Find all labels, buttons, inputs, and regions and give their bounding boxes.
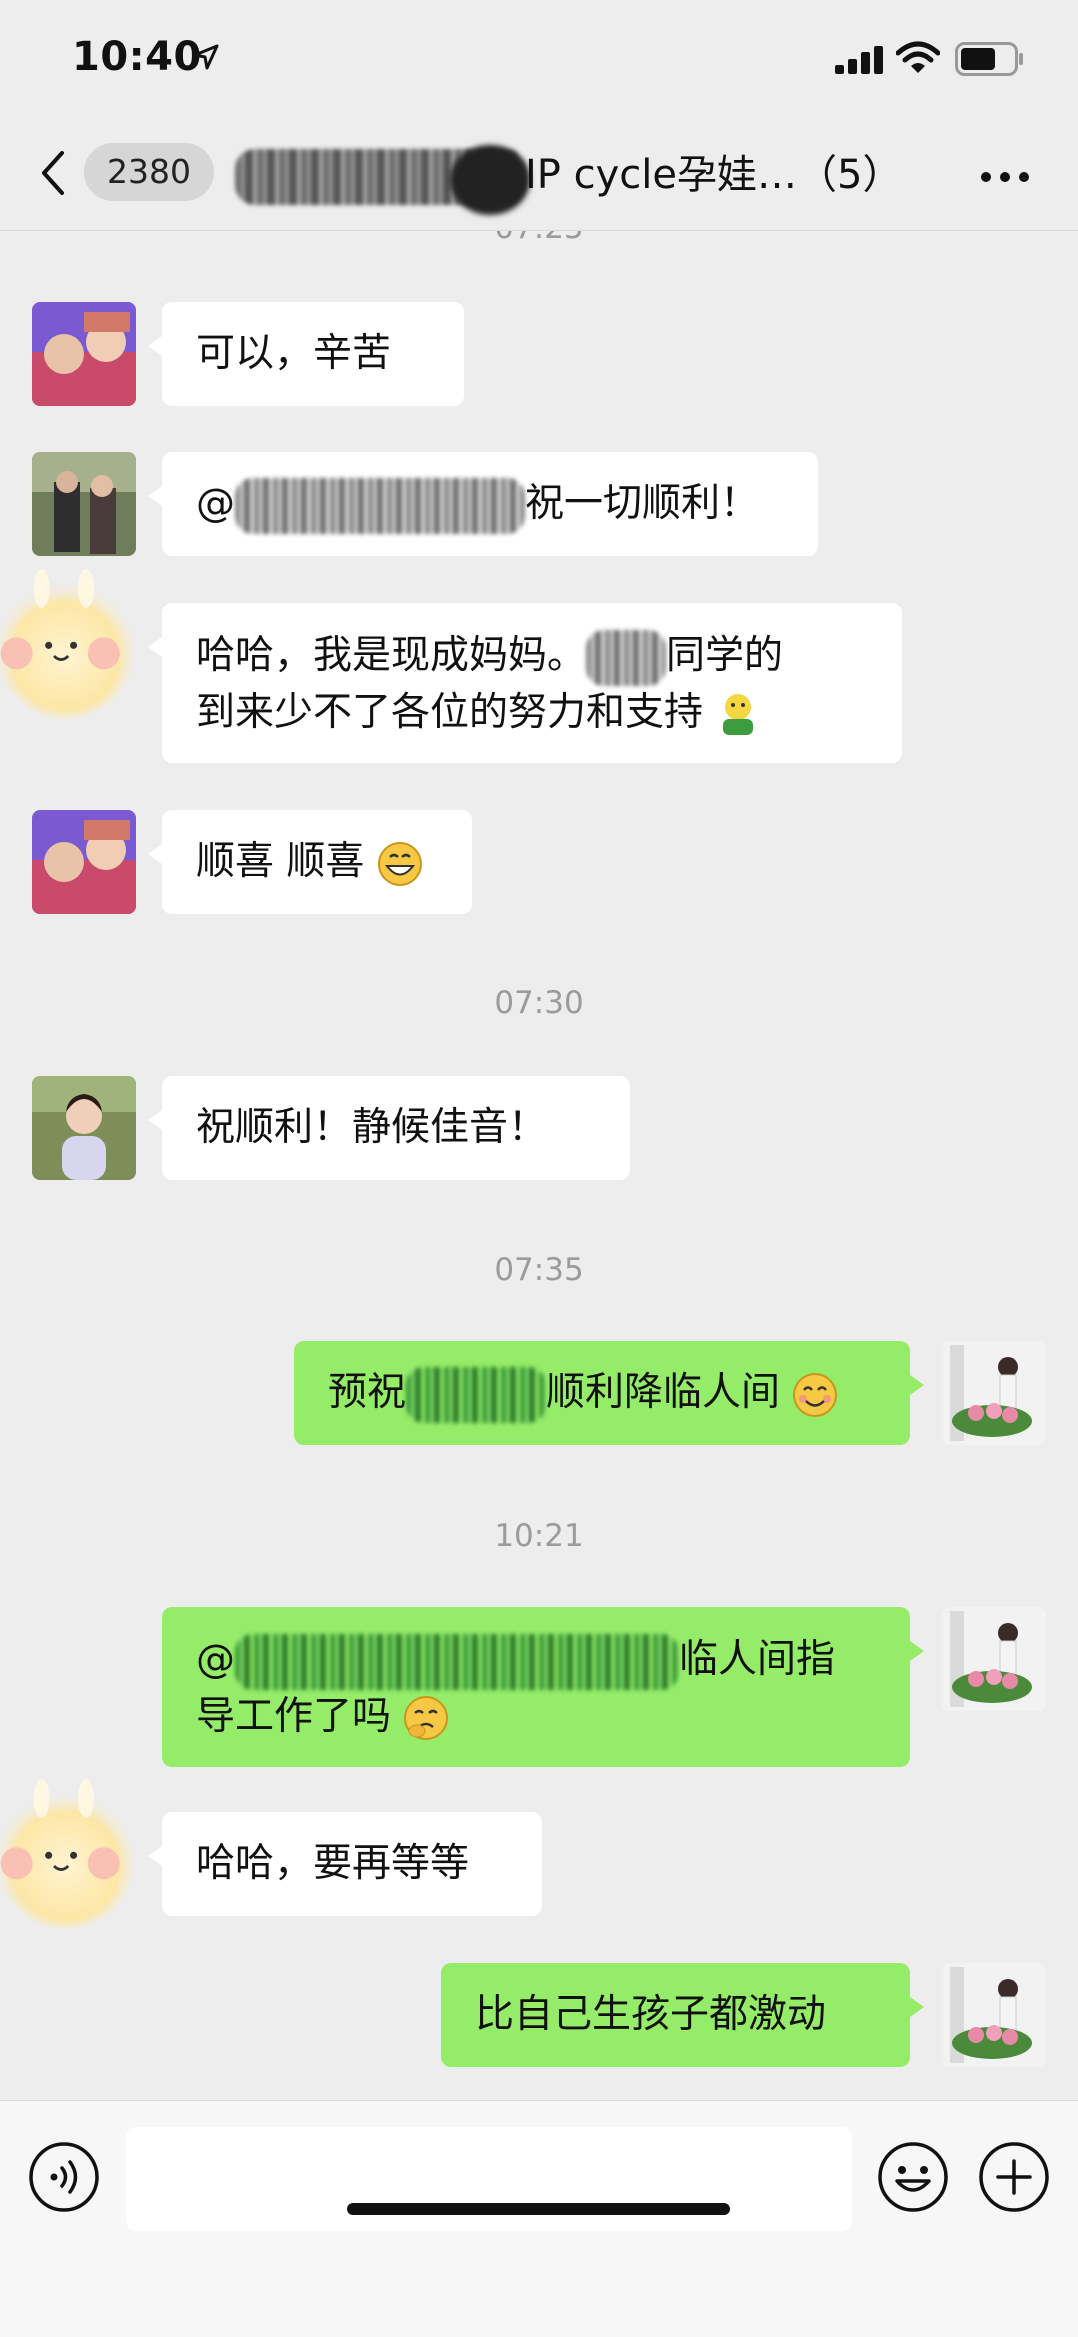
message-bubble[interactable]: @ 祝一切顺利！ bbox=[148, 452, 818, 556]
wifi-icon bbox=[896, 41, 940, 73]
redacted-mention bbox=[235, 1633, 679, 1690]
signal-icon bbox=[835, 46, 883, 74]
message-text: 导工作了吗 bbox=[196, 1693, 392, 1739]
my-avatar[interactable] bbox=[942, 1607, 1046, 1711]
message-text: 哈哈，我是现成妈妈。 bbox=[196, 633, 587, 678]
avatar[interactable] bbox=[32, 1076, 136, 1180]
status-time: 10:40 bbox=[72, 34, 202, 80]
battery-icon bbox=[955, 42, 1023, 76]
message-text: 祝顺利！静候佳音！ bbox=[196, 1105, 548, 1150]
home-indicator[interactable] bbox=[347, 2203, 730, 2215]
redacted-name bbox=[586, 629, 667, 686]
emoji-icon[interactable] bbox=[877, 2141, 949, 2213]
timestamp: 07:35 bbox=[494, 1252, 584, 1288]
message-bubble[interactable]: 可以，辛苦 bbox=[148, 302, 464, 406]
input-bar bbox=[0, 2100, 1078, 2337]
message-text: 可以，辛苦 bbox=[196, 331, 392, 376]
thumbs-up-emoji-icon bbox=[723, 694, 754, 735]
message-bubble-outgoing[interactable]: 比自己生孩子都激动 bbox=[441, 1963, 924, 2067]
message-text: 顺利降临人间 bbox=[546, 1370, 781, 1415]
bunny-avatar[interactable] bbox=[0, 1770, 150, 1930]
message-input[interactable] bbox=[126, 2127, 852, 2231]
message-text: 祝一切顺利！ bbox=[525, 481, 760, 526]
plus-icon[interactable] bbox=[978, 2141, 1050, 2213]
avatar[interactable] bbox=[32, 302, 136, 406]
message-bubble[interactable]: 哈哈，我是现成妈妈。 同学的 到来少不了各位的努力和支持 bbox=[148, 603, 902, 763]
message-text: 到来少不了各位的努力和支持 bbox=[196, 689, 704, 735]
redacted-mention bbox=[235, 477, 525, 534]
message-bubble[interactable]: 祝顺利！静候佳音！ bbox=[148, 1076, 630, 1180]
status-bar: 10:40 bbox=[0, 0, 1078, 115]
bunny-avatar[interactable] bbox=[0, 560, 150, 720]
message-text: 哈哈，要再等等 bbox=[196, 1841, 470, 1886]
more-icon[interactable] bbox=[980, 171, 1030, 183]
smile-emoji-icon bbox=[793, 1372, 838, 1417]
message-text: 预祝 bbox=[328, 1370, 407, 1415]
message-text: 顺喜 顺喜 bbox=[196, 839, 365, 884]
mention-prefix: @ bbox=[196, 481, 235, 526]
message-bubble[interactable]: 哈哈，要再等等 bbox=[148, 1812, 542, 1916]
message-text: 同学的 bbox=[666, 633, 784, 678]
redacted-region bbox=[450, 145, 530, 215]
chat-title: IP cycle孕娃…（5） bbox=[235, 145, 925, 215]
message-bubble[interactable]: 顺喜 顺喜 bbox=[148, 810, 472, 914]
avatar[interactable] bbox=[32, 810, 136, 914]
my-avatar[interactable] bbox=[942, 1341, 1046, 1445]
timestamp: 10:21 bbox=[494, 1518, 584, 1554]
message-bubble-outgoing[interactable]: @ 临人间指 导工作了吗 bbox=[162, 1607, 924, 1767]
timestamp: 07:30 bbox=[494, 985, 584, 1021]
redacted-name bbox=[406, 1366, 547, 1423]
chat-title-text: IP cycle孕娃…（5） bbox=[525, 152, 903, 198]
shy-emoji-icon bbox=[404, 1696, 449, 1740]
unread-count-badge[interactable]: 2380 bbox=[84, 143, 214, 201]
chat-header: 2380 IP cycle孕娃…（5） bbox=[0, 115, 1078, 231]
voice-icon[interactable] bbox=[28, 2141, 100, 2213]
grin-emoji-icon bbox=[377, 841, 422, 886]
my-avatar[interactable] bbox=[942, 1963, 1046, 2067]
message-bubble-outgoing[interactable]: 预祝 顺利降临人间 bbox=[294, 1341, 924, 1445]
message-text: 临人间指 bbox=[679, 1637, 836, 1682]
location-arrow-icon bbox=[193, 44, 219, 70]
avatar[interactable] bbox=[32, 452, 136, 556]
message-text: 比自己生孩子都激动 bbox=[475, 1992, 827, 2037]
back-icon[interactable] bbox=[38, 149, 68, 197]
mention-prefix: @ bbox=[196, 1637, 235, 1682]
